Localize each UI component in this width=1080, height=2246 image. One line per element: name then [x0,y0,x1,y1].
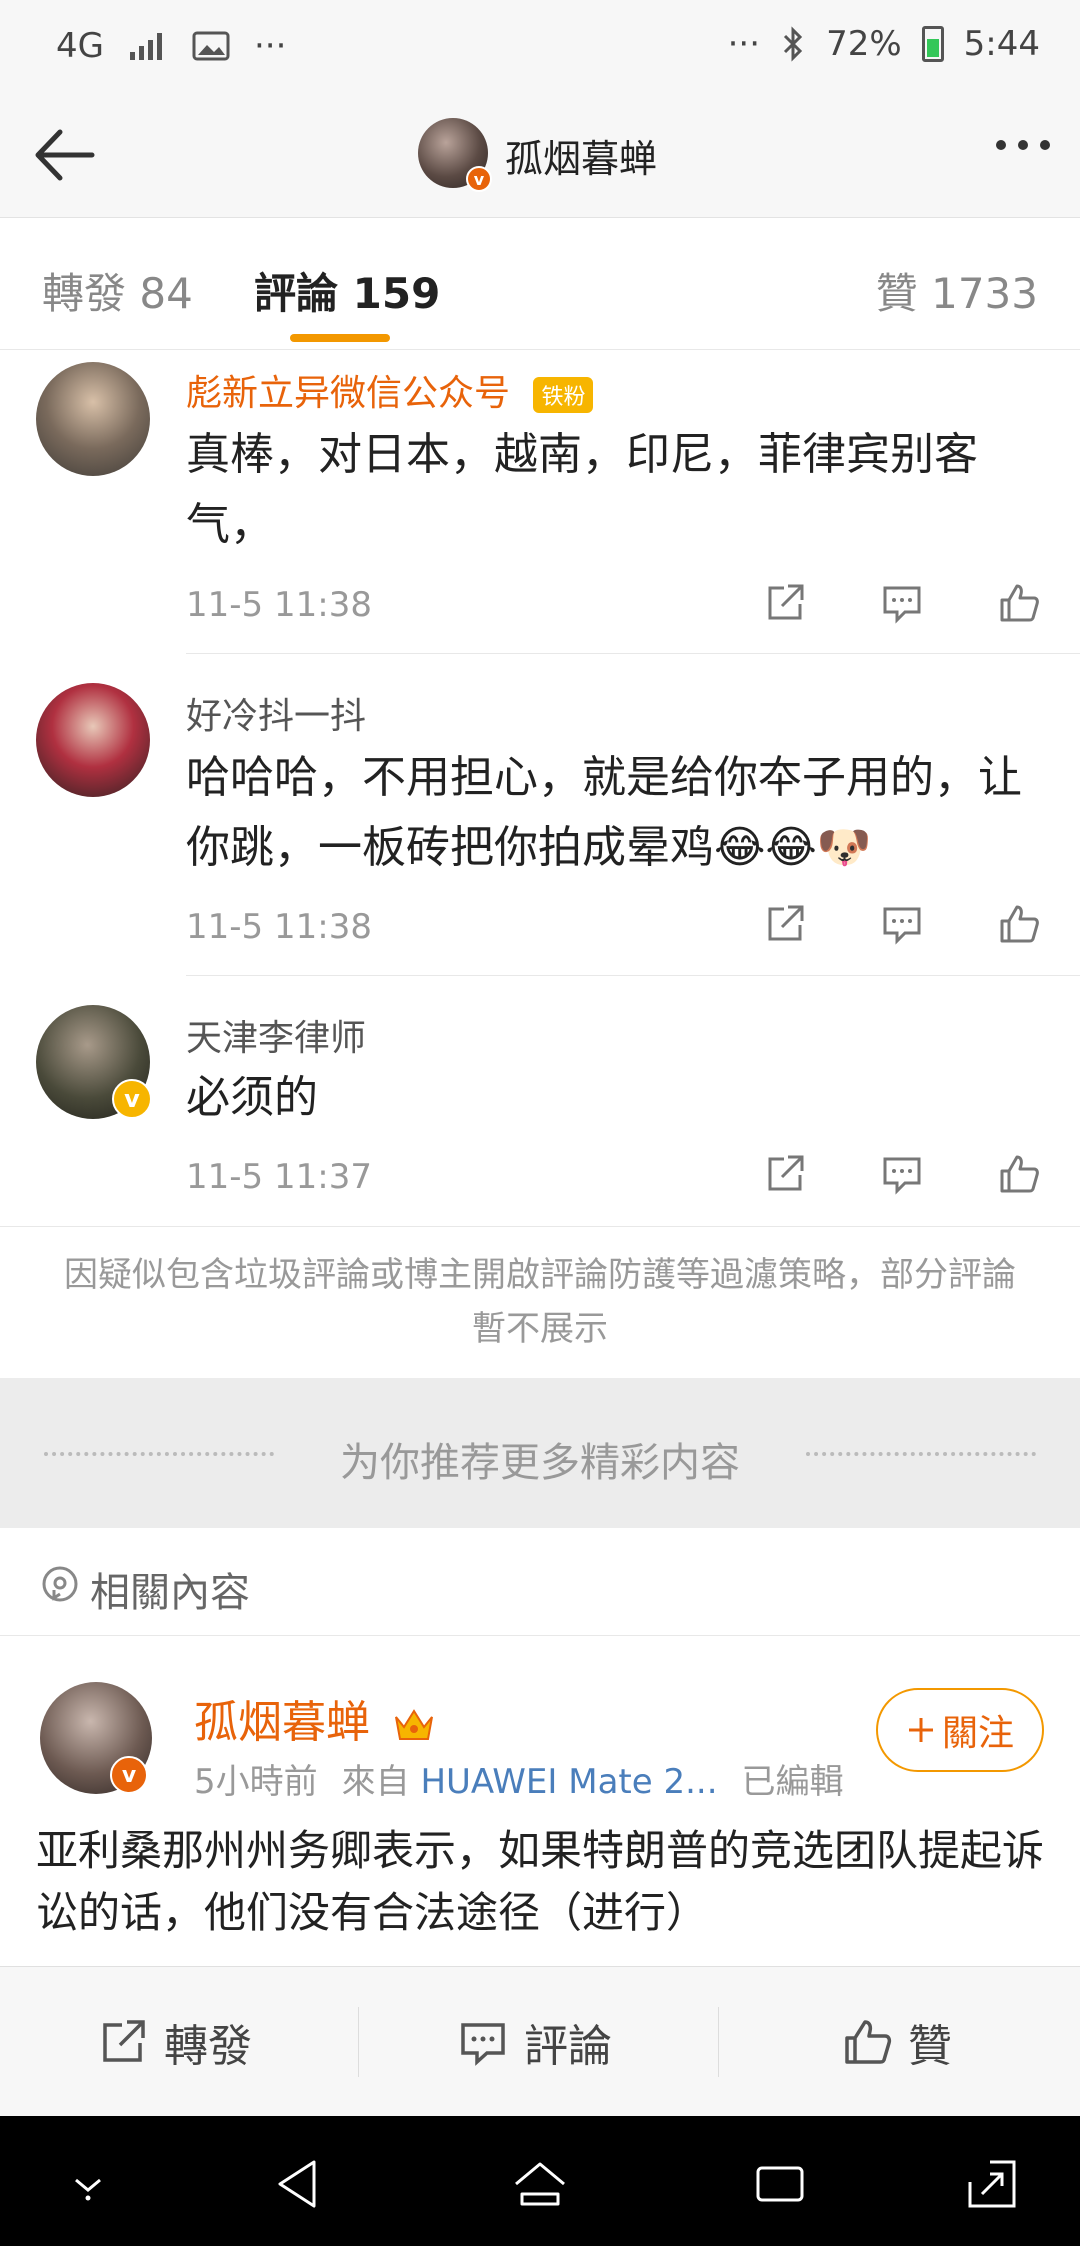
battery-icon [921,26,944,62]
home-nav-icon[interactable] [510,2154,570,2214]
commenter-avatar[interactable] [36,362,150,476]
expand-nav-icon[interactable] [962,2154,1022,2214]
post-edited: 已編輯 [741,1762,844,1802]
follow-button[interactable]: 關注 [876,1688,1044,1772]
plus-icon [908,1718,933,1742]
share-icon[interactable] [764,903,806,945]
verified-badge-icon: v [466,166,492,192]
comment-item: 好冷抖一抖 哈哈哈，不用担心，就是给你夲子用的，让你跳，一板砖把你拍成晕鸡😂😂🐶… [0,655,1080,977]
recommend-banner[interactable]: 为你推荐更多精彩内容 [0,1378,1080,1528]
post-source: 來自 HUAWEI Mate 2... [342,1754,718,1803]
clock: 5:44 [963,24,1040,64]
comment-button[interactable]: 評論 [458,1967,612,2117]
like-label: 贊 [908,2021,952,2072]
recent-apps-nav-icon[interactable] [750,2154,810,2214]
active-tab-indicator [290,334,390,342]
comment-text: 必须的 [186,1072,318,1123]
post-text: 亚利桑那州州务卿表示，如果特朗普的竞选团队提起诉讼的话，他们没有合法途径（进行） [36,1826,1045,1937]
comment-actions [764,1153,1040,1195]
post-author-avatar[interactable]: v [40,1682,152,1794]
comment-time: 11-5 11:37 [186,1157,372,1197]
commenter-name[interactable]: 天津李律师 [186,1009,366,1061]
share-icon[interactable] [764,582,806,624]
tab-reposts[interactable]: 轉發 84 [42,260,193,321]
post-time: 5小時前 [194,1762,318,1802]
system-nav-bar [0,2116,1080,2246]
share-icon[interactable] [764,1153,806,1195]
signal-icon [129,33,162,60]
comment-label: 評論 [524,2021,612,2072]
comment-icon[interactable] [881,1153,923,1195]
repost-icon [103,2020,145,2062]
post-author-name[interactable]: 孤烟暮蝉 [194,1686,436,1750]
comment-item: 彪新立异微信公众号 铁粉 真棒，对日本，越南，印尼，菲律宾别客气， 11-5 1… [0,350,1080,655]
status-right: ··· 72% 5:44 [728,24,1040,64]
commenter-name[interactable]: 彪新立异微信公众号 铁粉 [186,364,594,416]
repost-button[interactable]: 轉發 [98,1967,252,2117]
back-arrow-icon[interactable] [30,120,100,190]
battery-percent: 72% [826,24,902,64]
status-overflow: ··· [253,26,287,66]
commenter-avatar[interactable] [36,683,150,797]
more-options-icon[interactable] [996,140,1050,150]
dotted-line-right [806,1452,1036,1456]
action-separator [718,2007,719,2077]
action-separator [358,2007,359,2077]
back-nav-icon[interactable] [270,2154,330,2214]
network-indicator: 4G [56,26,104,66]
post-author-name-text: 孤烟暮蝉 [194,1697,370,1748]
like-icon[interactable] [998,903,1040,945]
related-content-icon [42,1566,78,1602]
status-bar: 4G ··· ··· 72% 5:44 [0,0,1080,90]
commenter-avatar[interactable]: v [36,1005,152,1119]
like-icon [845,2020,892,2064]
comment-icon [461,2023,505,2066]
hide-nav-icon[interactable] [58,2154,118,2214]
comment-divider [186,975,1080,976]
comment-divider [186,653,1080,654]
post-meta: 5小時前 來自 HUAWEI Mate 2... 已編輯 [194,1754,844,1803]
repost-label: 轉發 [164,2021,252,2072]
comment-text: 哈哈哈，不用担心，就是给你夲子用的，让你跳，一板砖把你拍成晕鸡😂😂🐶 [186,752,1022,873]
comment-time: 11-5 11:38 [186,907,372,947]
related-title: 相關內容 [90,1570,250,1616]
related-header: 相關內容 [0,1528,1080,1636]
comment-item: v 天津李律师 必须的 11-5 11:37 [0,977,1080,1227]
follow-label: 關注 [941,1713,1014,1754]
comment-icon[interactable] [881,903,923,945]
tab-likes[interactable]: 贊 1733 [876,260,1038,321]
page-title[interactable]: 孤烟暮蝉 [505,128,657,183]
comment-time: 11-5 11:38 [186,585,372,625]
status-left: 4G ··· [56,26,286,66]
comment-actions [764,582,1040,624]
like-button[interactable]: 贊 [842,1967,952,2117]
verified-badge-icon: v [112,1079,152,1119]
comment-text: 真棒，对日本，越南，印尼，菲律宾别客气， [186,429,978,550]
crown-icon [395,1709,433,1740]
tab-comments[interactable]: 評論 159 [254,260,440,321]
like-icon[interactable] [998,582,1040,624]
tab-bar: 轉發 84 評論 159 贊 1733 [0,218,1080,350]
commenter-name-text: 彪新立异微信公众号 [186,373,511,414]
filter-notice: 因疑似包含垃圾評論或博主開啟評論防護等過濾策略，部分評論暫不展示 [64,1255,1016,1349]
like-icon[interactable] [998,1153,1040,1195]
commenter-name[interactable]: 好冷抖一抖 [186,687,366,739]
post-source-link[interactable]: HUAWEI Mate 2... [420,1762,717,1802]
status-overflow-right: ··· [727,24,761,64]
bluetooth-icon [784,26,803,62]
recommend-text: 为你推荐更多精彩内容 [340,1440,740,1486]
fan-badge: 铁粉 [533,377,594,413]
header-avatar[interactable]: v [418,118,492,192]
post-source-prefix: 來自 [341,1762,410,1802]
verified-badge-icon: v [110,1756,148,1794]
image-icon [192,31,230,61]
header: v 孤烟暮蝉 [0,90,1080,218]
comment-icon[interactable] [881,582,923,624]
section-divider [0,1226,1080,1227]
bottom-action-bar: 轉發 評論 贊 [0,1966,1080,2116]
comment-actions [764,903,1040,945]
related-post[interactable]: v 孤烟暮蝉 5小時前 來自 HUAWEI Mate 2... 已編輯 關注 亚… [0,1636,1080,1966]
